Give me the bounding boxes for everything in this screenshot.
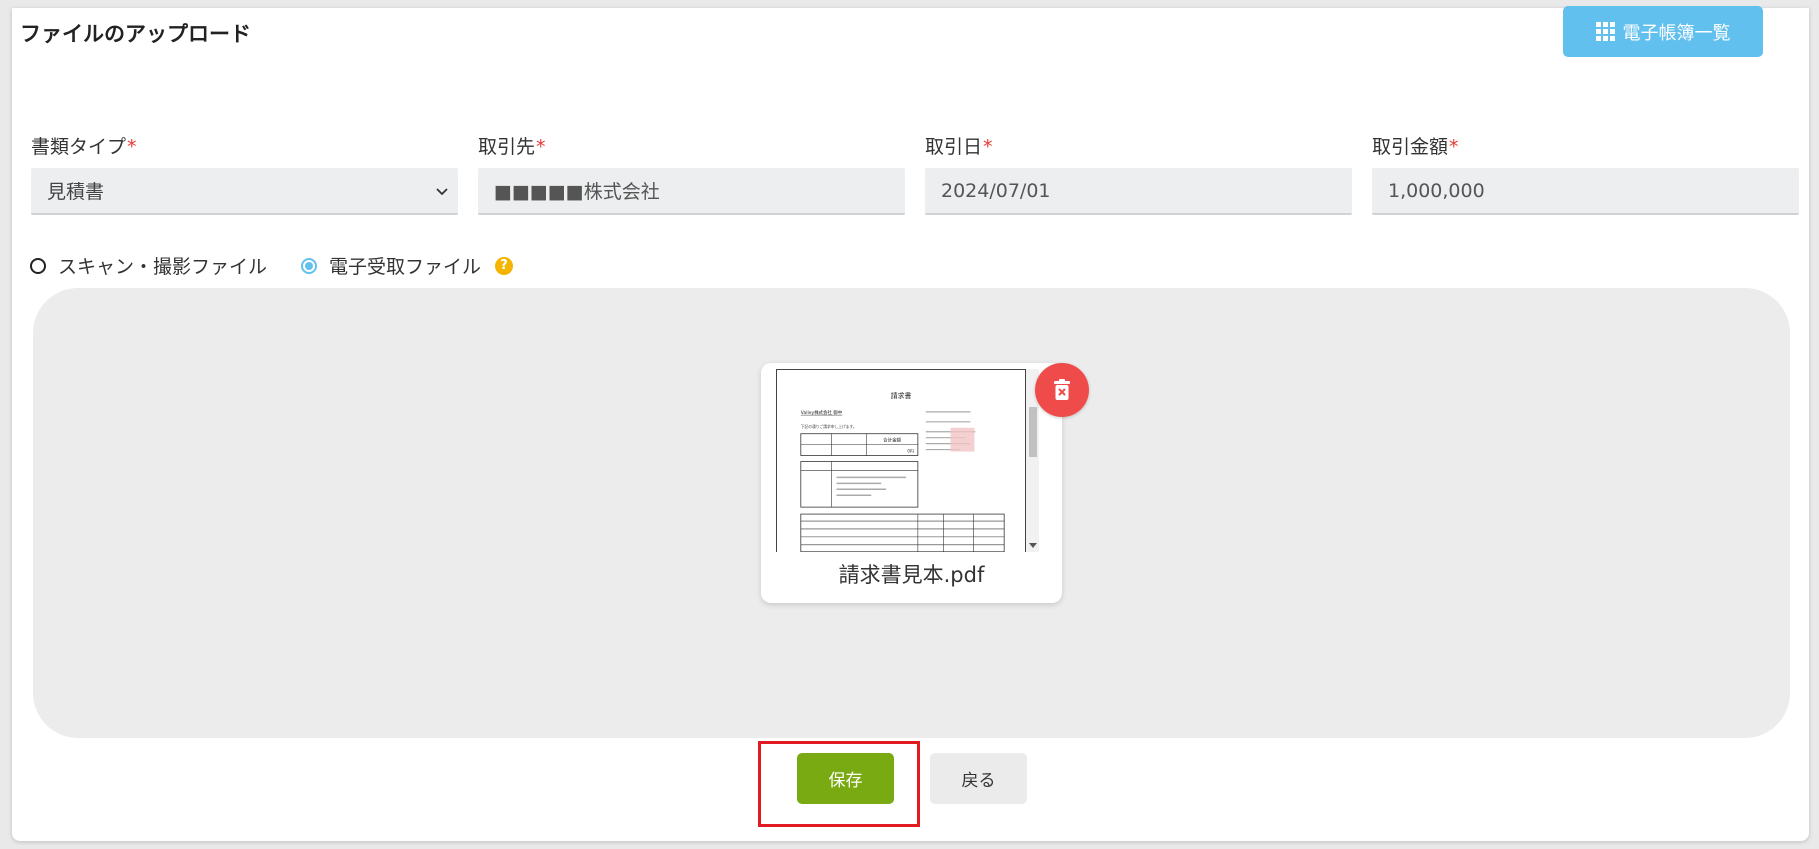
- required-mark: *: [1449, 136, 1459, 158]
- trash-icon: [1054, 379, 1070, 400]
- partner-value: ■■■■■株式会社: [494, 181, 660, 203]
- amount-field[interactable]: 1,000,000: [1372, 168, 1799, 215]
- page-title: ファイルのアップロード: [20, 22, 251, 46]
- chevron-down-icon: [436, 188, 448, 196]
- radio-scan[interactable]: [30, 257, 46, 274]
- document-list-button[interactable]: 電子帳簿一覧: [1563, 6, 1763, 57]
- help-icon[interactable]: ?: [495, 256, 514, 275]
- required-mark: *: [127, 136, 137, 158]
- back-button[interactable]: 戻る: [930, 753, 1027, 804]
- preview-total-value: 0円: [907, 449, 914, 454]
- file-type-group: スキャン・撮影ファイル 電子受取ファイル ?: [30, 252, 514, 279]
- uploaded-file-card: 請求書 Valley株式会社 御中 下記の通りご請求申し上げます。 合計金額 0…: [761, 363, 1062, 603]
- partner-field[interactable]: ■■■■■株式会社: [478, 168, 905, 215]
- radio-scan-label[interactable]: スキャン・撮影ファイル: [58, 252, 267, 279]
- radio-electronic[interactable]: [301, 257, 318, 274]
- file-preview: 請求書 Valley株式会社 御中 下記の通りご請求申し上げます。 合計金額 0…: [776, 369, 1039, 552]
- doc-type-label: 書類タイプ*: [31, 136, 137, 158]
- required-mark: *: [536, 136, 546, 158]
- date-field[interactable]: 2024/07/01: [925, 168, 1352, 215]
- preview-total-label: 合計金額: [883, 437, 901, 444]
- grid-icon: [1595, 22, 1615, 41]
- scroll-down-icon[interactable]: [1029, 543, 1037, 548]
- file-name: 請求書見本.pdf: [838, 563, 985, 587]
- amount-value: 1,000,000: [1388, 179, 1485, 202]
- required-mark: *: [983, 136, 993, 158]
- doc-type-select[interactable]: 見積書: [31, 168, 458, 215]
- amount-label: 取引金額*: [1372, 136, 1459, 158]
- document-thumbnail: 請求書 Valley株式会社 御中 下記の通りご請求申し上げます。 合計金額 0…: [776, 369, 1026, 552]
- delete-file-button[interactable]: [1035, 363, 1089, 417]
- preview-title: 請求書: [891, 391, 912, 400]
- preview-intro: 下記の通りご請求申し上げます。: [801, 424, 857, 429]
- preview-recipient: Valley株式会社 御中: [801, 409, 843, 416]
- date-value: 2024/07/01: [941, 179, 1051, 202]
- doc-type-value: 見積書: [47, 181, 105, 203]
- date-label: 取引日*: [925, 136, 993, 158]
- save-button[interactable]: 保存: [797, 753, 894, 804]
- radio-electronic-label[interactable]: 電子受取ファイル: [329, 252, 481, 279]
- partner-label: 取引先*: [478, 136, 546, 158]
- document-list-label: 電子帳簿一覧: [1622, 22, 1731, 44]
